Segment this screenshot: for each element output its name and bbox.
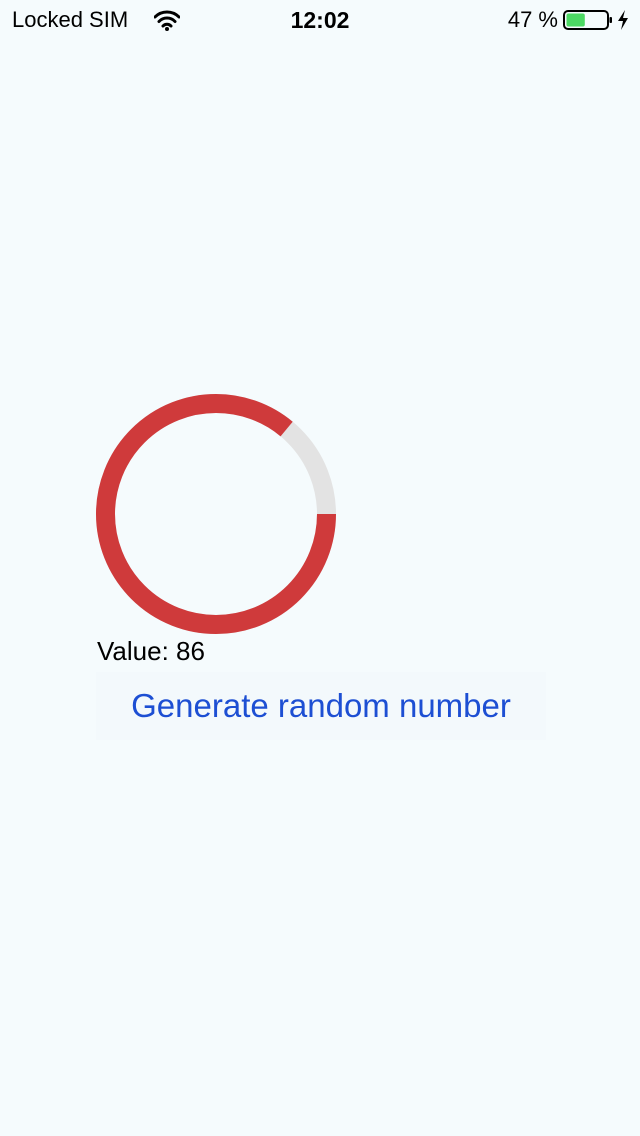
- progress-ring: [96, 394, 336, 634]
- charging-bolt-icon: [618, 10, 628, 30]
- status-bar: Locked SIM 12:02 47 %: [0, 0, 640, 40]
- generate-random-number-button[interactable]: Generate random number: [96, 672, 546, 740]
- battery-fill: [566, 13, 585, 27]
- battery-percentage: 47 %: [507, 7, 558, 32]
- battery-icon: [563, 10, 612, 30]
- value-label-number: 86: [176, 636, 205, 666]
- value-label-prefix: Value:: [97, 636, 169, 666]
- value-label: Value: 86: [97, 634, 205, 668]
